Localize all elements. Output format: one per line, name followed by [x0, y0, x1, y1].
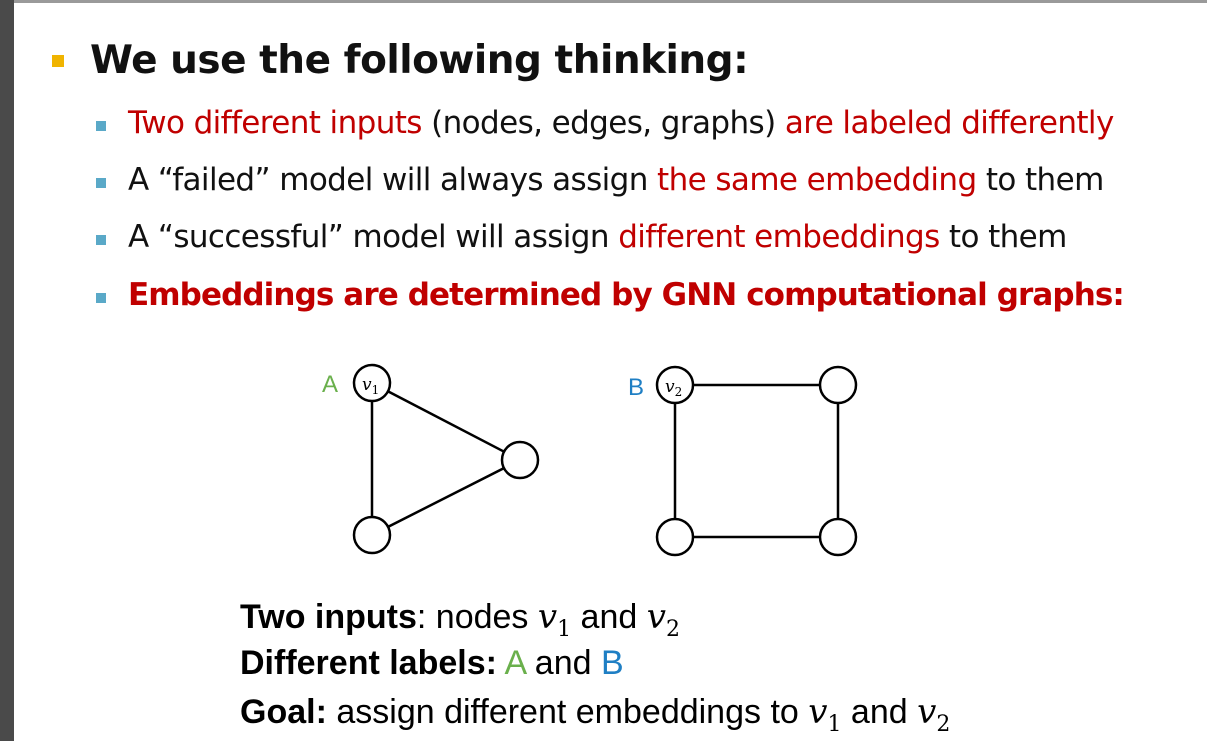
caption-2-bold: Different labels:	[240, 644, 497, 682]
graph-b-label: B	[628, 374, 644, 401]
caption-1-and: and	[571, 598, 647, 636]
graph-a-edge	[371, 381, 521, 462]
caption-2-and: and	[525, 644, 601, 682]
caption-1-text: : nodes	[416, 598, 538, 636]
caption-3-text: assign different embeddings to	[326, 693, 809, 731]
graph-b-node	[655, 517, 695, 557]
math-v2: v2	[917, 692, 951, 737]
caption-line-2: Different labels: A and B	[240, 644, 624, 683]
graph-b-node	[818, 517, 858, 557]
caption-3-and: and	[841, 693, 918, 731]
caption-3-bold: Goal:	[240, 693, 327, 731]
graph-diagram: A v1 B v2	[322, 363, 858, 557]
caption-line-3: Goal: assign different embeddings to v1 …	[240, 692, 951, 737]
graph-b-node	[818, 365, 858, 405]
caption-label-a: A	[504, 644, 526, 682]
math-v1: v1	[537, 597, 572, 642]
caption-label-b: B	[600, 644, 624, 682]
caption-1-bold: Two inputs	[240, 598, 417, 636]
math-v1: v1	[808, 692, 842, 737]
caption-line-1: Two inputs: nodes v1 and v2	[240, 597, 680, 642]
graph-a-edge	[371, 458, 521, 537]
math-v2: v2	[646, 597, 680, 642]
graph-a-node	[500, 440, 540, 480]
graph-a-node	[352, 515, 392, 555]
graph-a-label: A	[322, 371, 338, 398]
